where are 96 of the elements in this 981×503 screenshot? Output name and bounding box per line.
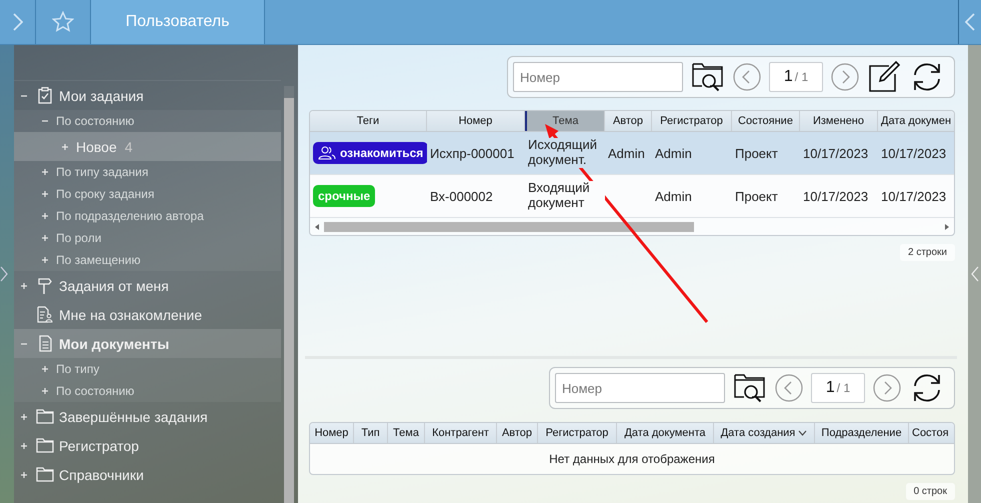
tree-item[interactable]: Регистратор	[14, 431, 281, 460]
tree-item-label: Новое	[76, 138, 117, 154]
column-header[interactable]: Состоя	[909, 423, 954, 443]
chevron-right-icon	[12, 13, 22, 31]
chevron-left-icon	[965, 13, 975, 31]
folder-icon	[36, 438, 54, 453]
column-header[interactable]: Дата документа	[617, 423, 714, 443]
column-header[interactable]: Автор	[497, 423, 538, 443]
tag-label: срочные	[318, 189, 370, 203]
column-header[interactable]: Автор	[605, 111, 652, 131]
page-number: 1	[826, 379, 835, 397]
tree-item-label: Задания от меня	[59, 278, 169, 294]
search-field[interactable]: Номер	[513, 62, 683, 92]
row-count: 0 строк	[906, 483, 955, 500]
expand-icon[interactable]	[20, 442, 28, 450]
tree-item[interactable]: Задания от меня	[14, 271, 281, 300]
column-header[interactable]: Изменено	[800, 111, 878, 131]
table-cell: Исхпр-000001	[430, 146, 514, 160]
column-header[interactable]: Состояние	[732, 111, 800, 131]
tree-item-label: По сроку задания	[56, 187, 154, 201]
folder-icon	[36, 409, 54, 424]
table-cell: Admin	[655, 146, 692, 160]
expand-icon[interactable]	[20, 412, 28, 420]
tree-item-label: По подразделению автора	[56, 209, 204, 223]
tree-item-label: Регистратор	[59, 438, 139, 454]
scroll-left-icon[interactable]	[315, 224, 320, 230]
empty-table-message: Нет данных для отображения	[548, 451, 716, 468]
scrollbar-thumb[interactable]	[324, 222, 694, 232]
tree-item-label: По типу	[56, 362, 100, 376]
signpost-icon	[38, 277, 52, 294]
next-page-icon[interactable]	[831, 63, 859, 91]
column-header[interactable]: Теги	[310, 111, 427, 131]
tree-item-label: Мои задания	[59, 88, 144, 104]
expand-icon[interactable]	[41, 190, 49, 198]
table-cell: Вх-000002	[430, 188, 493, 204]
chevron-left-icon[interactable]	[970, 266, 978, 282]
expand-icon[interactable]	[41, 168, 49, 176]
tree-item-label: Мне на ознакомление	[59, 306, 202, 322]
column-header[interactable]: Контрагент	[425, 423, 497, 443]
table-row[interactable]: срочные Вх-000002 Входящий документ Admin Проект 10/17/2023 10/17/2023	[310, 175, 954, 218]
column-header[interactable]: Номер	[310, 423, 354, 443]
search-field[interactable]: Номер	[555, 373, 725, 403]
document-person-icon	[37, 306, 53, 323]
column-header[interactable]: Регистратор	[538, 423, 617, 443]
tree-item[interactable]: Мои задания	[14, 81, 281, 110]
table-cell: 10/17/2023	[803, 146, 868, 160]
tree-item-label: По состоянию	[56, 384, 134, 398]
scroll-right-icon[interactable]	[944, 224, 949, 230]
expand-icon[interactable]	[61, 142, 69, 150]
tree-item[interactable]: Мне на ознакомление	[14, 300, 281, 329]
tree-item[interactable]: Завершённые задания	[14, 402, 281, 431]
folder-icon	[36, 467, 54, 482]
page-number: 1	[784, 68, 793, 86]
page-total: / 1	[836, 381, 850, 395]
item-count: 4	[124, 138, 133, 154]
tree-item[interactable]: Справочники	[14, 460, 281, 489]
expand-icon[interactable]	[41, 234, 49, 242]
column-header[interactable]: Тема	[388, 423, 425, 443]
previous-page-icon[interactable]	[733, 63, 761, 91]
column-header[interactable]: Тип	[354, 423, 388, 443]
table-cell: Входящий документ	[528, 181, 605, 211]
tree-item-label: Справочники	[59, 466, 144, 482]
tree-item-label: По роли	[56, 231, 102, 245]
tree-item-label: Завершённые задания	[59, 408, 208, 424]
table-cell: Admin	[655, 188, 692, 204]
tree-item-label: По замещению	[56, 253, 140, 267]
expand-icon[interactable]	[41, 212, 49, 220]
column-header[interactable]: Дата докумен	[878, 111, 954, 131]
column-header[interactable]: Подразделение	[815, 423, 909, 443]
document-icon	[38, 335, 52, 352]
expand-icon[interactable]	[20, 470, 28, 478]
edit-icon[interactable]	[867, 60, 901, 94]
table-cell: 10/17/2023	[881, 146, 946, 160]
tag-label: ознакомиться	[340, 146, 424, 160]
column-header[interactable]: Регистратор	[652, 111, 732, 131]
row-count: 2 строки	[900, 244, 955, 261]
next-page-icon[interactable]	[873, 374, 901, 402]
chevron-right-icon[interactable]	[0, 266, 8, 282]
table-cell: Admin	[608, 146, 645, 160]
dragged-column-header[interactable]: Тема	[525, 111, 605, 131]
tree-item-label: Мои документы	[59, 336, 170, 352]
table-cell: 10/17/2023	[881, 188, 946, 204]
expand-icon[interactable]	[41, 387, 49, 395]
tree-item-label: По состоянию	[56, 114, 134, 128]
tree-item[interactable]: По состоянию	[14, 110, 281, 132]
clipboard-check-icon	[38, 87, 52, 104]
expand-icon[interactable]	[41, 256, 49, 264]
tree-item-label: По типу задания	[56, 165, 148, 179]
previous-page-icon[interactable]	[775, 374, 803, 402]
people-icon	[318, 146, 336, 160]
column-header[interactable]: Дата создания	[714, 423, 815, 443]
expand-icon[interactable]	[20, 282, 28, 290]
page-total: / 1	[794, 70, 808, 84]
expand-icon[interactable]	[41, 365, 49, 373]
table-cell: 10/17/2023	[803, 188, 868, 204]
star-icon	[52, 11, 74, 33]
